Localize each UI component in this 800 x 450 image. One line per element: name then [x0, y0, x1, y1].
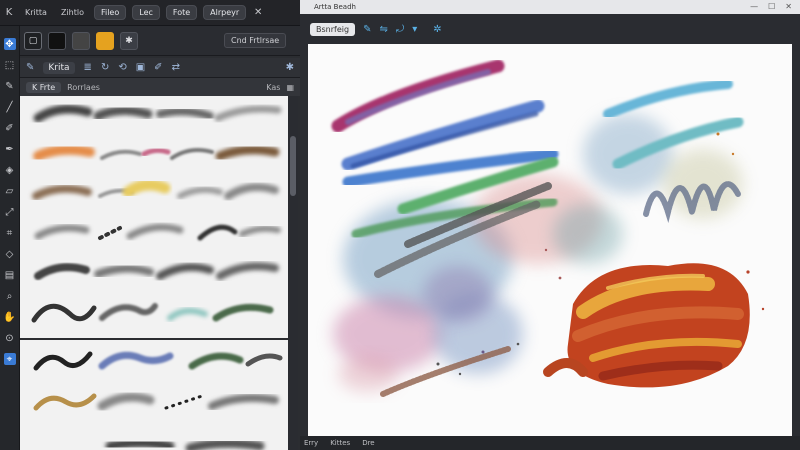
highlight-swatch[interactable] [96, 31, 114, 50]
preset-row-9[interactable] [105, 438, 265, 450]
freehand-icon[interactable]: ✎ [4, 80, 16, 92]
preset-select[interactable]: K Frte [26, 81, 62, 93]
brush-outline-icon[interactable]: ▢ [24, 31, 42, 50]
shape-icon[interactable]: ◇ [4, 248, 16, 260]
history-icon[interactable]: ⟲ [118, 62, 126, 73]
brush-toggle-icon[interactable]: ✎ [363, 24, 371, 35]
preset-row-1[interactable] [33, 104, 282, 123]
pan-icon[interactable]: ✋ [3, 311, 15, 323]
status-item-1: Kittes [330, 439, 351, 447]
grid-view-icon[interactable]: ▦ [286, 83, 294, 92]
square-icon[interactable]: ▣ [136, 62, 145, 73]
canvas-left-border [300, 44, 308, 440]
crop-icon[interactable]: ⌗ [4, 227, 16, 239]
layers-tab-icon[interactable]: ≣ [84, 62, 92, 73]
swap-icon[interactable]: ⇄ [172, 62, 180, 73]
fill-icon[interactable]: ◈ [4, 164, 16, 176]
pen-icon[interactable]: ✒ [4, 143, 16, 155]
canvas-settings-icon[interactable]: ✲ [433, 24, 441, 35]
preset-row-2[interactable] [33, 144, 280, 161]
preset-row-5[interactable] [34, 262, 279, 280]
window-title-bar: Artta Beadh — ☐ ✕ [300, 0, 800, 14]
scroll-thumb[interactable] [290, 136, 296, 196]
toolbox: ✥ ⬚ ✎ ╱ ✐ ✒ ◈ ▱ ⤢ ⌗ ◇ ▤ ⌕ ✋ ⊙ ⌖ [0, 26, 20, 450]
menu-item-0[interactable]: Kritta [21, 8, 51, 17]
docker-tab-label[interactable]: Krita [43, 61, 75, 74]
minimize-icon[interactable]: — [750, 2, 758, 11]
preset-header: K Frte Rorrlaes Kas ▦ [20, 78, 300, 96]
canvas-toolbar: Bsnrfeig ✎ ⇋ ⤾ ▾ ✲ [300, 14, 800, 44]
settings-icon[interactable]: ✱ [120, 31, 138, 50]
preset-scrollbar[interactable] [288, 96, 298, 450]
preset-row-4[interactable] [34, 223, 281, 241]
preset-row-6[interactable] [31, 303, 274, 323]
preset-row-3[interactable] [32, 179, 279, 200]
menu-pill-edit[interactable]: Lec [132, 5, 160, 20]
docker-settings-icon[interactable]: ✱ [286, 62, 294, 73]
mirror-icon[interactable]: ⇋ [379, 24, 387, 35]
oil-paint-blob [543, 263, 750, 388]
window-title: Artta Beadh [314, 3, 356, 11]
preset-row-7[interactable] [33, 351, 283, 371]
maximize-icon[interactable]: ☐ [768, 2, 775, 11]
select-icon[interactable]: ⬚ [4, 59, 16, 71]
eraser-icon[interactable]: ▱ [4, 185, 16, 197]
menu-item-1[interactable]: Zihtlo [57, 8, 88, 17]
menu-pill-file[interactable]: Fileo [93, 5, 127, 20]
dropdown-icon[interactable]: ▾ [412, 24, 417, 35]
preset-filter[interactable]: Rorrlaes [67, 83, 100, 92]
move-icon[interactable]: ✥ [3, 38, 16, 50]
menu-bar: K Kritta Zihtlo Fileo Lec Fote Alrpeyr ✕ [0, 0, 300, 26]
brush-tab-icon[interactable]: ✎ [26, 62, 34, 73]
picker-icon[interactable]: ⊙ [4, 332, 16, 344]
foreground-color-swatch[interactable] [48, 31, 66, 50]
brush-icon[interactable]: ✐ [4, 122, 16, 134]
artwork [331, 59, 765, 397]
layer-label[interactable]: Bsnrfeig [310, 22, 356, 36]
search-pill[interactable]: Alrpeyr [203, 5, 247, 20]
refresh-icon[interactable]: ↻ [101, 62, 109, 73]
tool-options-bar: ▢ ✱ Cnd Frtlrsae [0, 26, 300, 56]
brush-preset-grid [20, 96, 288, 450]
brush-preset-name[interactable]: Cnd Frtlrsae [224, 33, 287, 48]
close-icon[interactable]: ✕ [252, 7, 264, 19]
docker-tabs: ✎ Krita ≣ ↻ ⟲ ▣ ✐ ⇄ ✱ [20, 58, 300, 78]
preset-separator [20, 338, 288, 340]
transform-icon[interactable]: ⤢ [4, 206, 16, 218]
status-item-0: Erry [304, 439, 319, 447]
menu-pill-view[interactable]: Fote [165, 5, 198, 20]
canvas-right-border [792, 44, 800, 450]
window-controls: — ☐ ✕ [750, 2, 792, 11]
close-window-icon[interactable]: ✕ [785, 2, 792, 11]
drawing-canvas[interactable] [308, 44, 792, 436]
zoom-icon[interactable]: ⌕ [4, 290, 16, 302]
preset-strokes [31, 104, 283, 450]
preset-tag[interactable]: Kas [266, 83, 280, 92]
krita-logo-icon: K [5, 7, 13, 18]
status-bar: Erry Kittes Dre [300, 436, 800, 450]
wrap-icon[interactable]: ⤾ [396, 24, 404, 35]
preset-row-8[interactable] [33, 392, 279, 411]
edit-icon[interactable]: ✐ [154, 62, 162, 73]
status-item-2: Dre [362, 439, 375, 447]
line-icon[interactable]: ╱ [4, 101, 16, 113]
assistant-icon[interactable]: ⌖ [3, 353, 16, 365]
gradient-icon[interactable]: ▤ [4, 269, 16, 281]
background-color-swatch[interactable] [72, 31, 90, 50]
